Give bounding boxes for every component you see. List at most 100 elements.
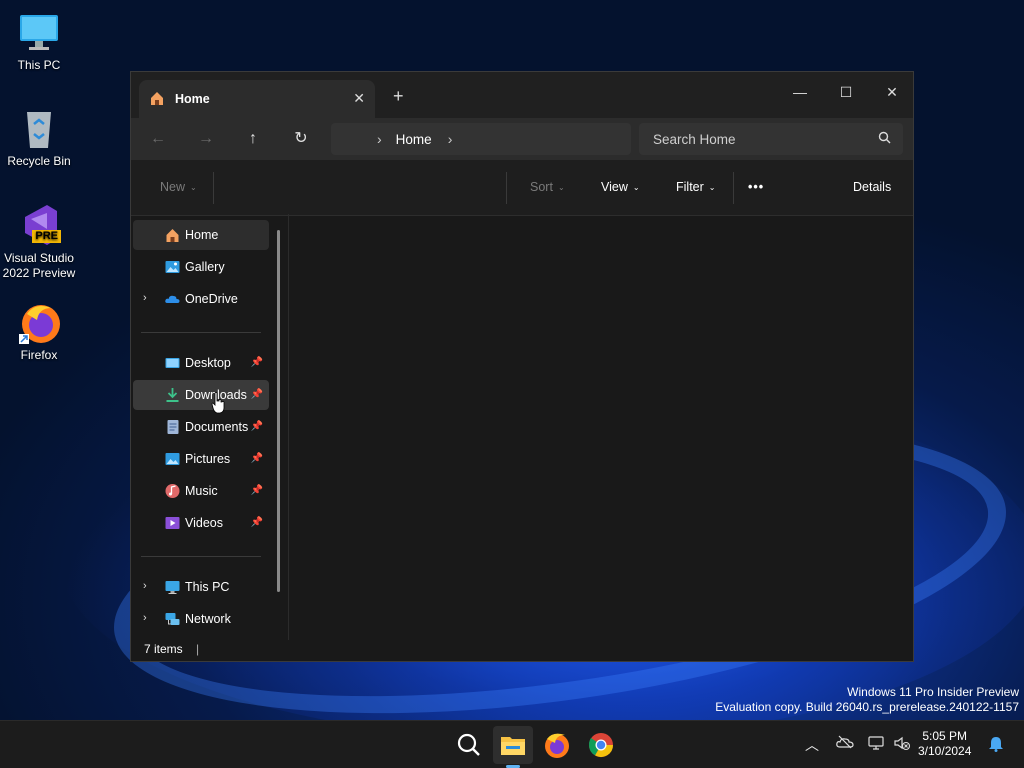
- chevron-right-icon[interactable]: ›: [448, 131, 453, 147]
- filter-button[interactable]: Filter ⌄: [676, 180, 715, 194]
- watermark-line-2: Evaluation copy. Build 26040.rs_prerelea…: [715, 700, 1019, 714]
- close-window-button[interactable]: ✕: [869, 78, 915, 106]
- divider: [733, 172, 734, 204]
- divider: [141, 556, 261, 557]
- sidebar-item-downloads[interactable]: Downloads 📌: [133, 380, 269, 410]
- forward-arrow-icon[interactable]: →: [195, 128, 217, 150]
- sidebar-item-label: Home: [185, 228, 219, 242]
- windows-watermark: Windows 11 Pro Insider Preview Evaluatio…: [715, 685, 1019, 715]
- sidebar-item-onedrive[interactable]: › OneDrive: [133, 284, 269, 314]
- volume-muted-icon[interactable]: [893, 735, 911, 754]
- search-icon: [878, 131, 891, 147]
- chevron-right-icon[interactable]: ›: [377, 131, 382, 147]
- firefox-icon: [17, 300, 61, 344]
- cloud-offline-icon[interactable]: [836, 735, 854, 752]
- up-arrow-icon[interactable]: ↑: [242, 128, 264, 150]
- status-bar: 7 items |: [131, 639, 913, 661]
- desktop-icon-firefox[interactable]: Firefox: [0, 300, 78, 363]
- sidebar-item-videos[interactable]: Videos 📌: [133, 508, 269, 538]
- pin-icon[interactable]: 📌: [251, 357, 263, 368]
- search-placeholder: Search Home: [653, 131, 736, 147]
- sidebar-item-home[interactable]: Home: [133, 220, 269, 250]
- video-icon: [164, 515, 181, 531]
- sidebar-item-label: Gallery: [185, 260, 225, 274]
- address-bar[interactable]: › Home ›: [331, 123, 631, 155]
- divider: [141, 332, 261, 333]
- navigation-bar: ← → ↑ ↻ › Home › Search Home: [131, 118, 913, 160]
- view-label: View: [601, 180, 628, 194]
- close-tab-icon[interactable]: ✕: [353, 90, 365, 107]
- sidebar-item-gallery[interactable]: Gallery: [133, 252, 269, 282]
- taskbar: ︿ 5:05 PM 3/10/2024: [0, 720, 1024, 768]
- pin-icon[interactable]: 📌: [251, 453, 263, 464]
- search-input[interactable]: Search Home: [639, 123, 903, 155]
- chevron-up-icon[interactable]: ︿: [805, 735, 819, 755]
- desktop-icon-this-pc[interactable]: This PC: [0, 10, 78, 73]
- more-options-button[interactable]: •••: [748, 180, 764, 194]
- desktop-icon-visual-studio[interactable]: PRE Visual Studio 2022 Preview: [0, 203, 78, 281]
- clock-time: 5:05 PM: [922, 729, 968, 743]
- sidebar-item-pictures[interactable]: Pictures 📌: [133, 444, 269, 474]
- system-clock[interactable]: 5:05 PM 3/10/2024: [918, 729, 971, 759]
- details-button[interactable]: Details: [853, 180, 891, 194]
- sidebar-item-this-pc[interactable]: › This PC: [133, 572, 269, 602]
- breadcrumb-home[interactable]: Home: [396, 132, 432, 147]
- item-count: 7 items: [144, 642, 183, 656]
- desktop-icon-recycle-bin[interactable]: Recycle Bin: [0, 106, 78, 169]
- refresh-icon[interactable]: ↻: [290, 128, 312, 150]
- file-explorer-icon[interactable]: [497, 729, 529, 761]
- chrome-icon[interactable]: [585, 729, 617, 761]
- sidebar-item-network[interactable]: › Network: [133, 604, 269, 634]
- chevron-right-icon[interactable]: ›: [143, 580, 147, 592]
- sidebar-item-music[interactable]: Music 📌: [133, 476, 269, 506]
- chevron-right-icon[interactable]: ›: [143, 292, 147, 304]
- new-button[interactable]: New ⌄: [160, 180, 197, 194]
- sidebar-item-desktop[interactable]: Desktop 📌: [133, 348, 269, 378]
- network-icon[interactable]: [867, 735, 885, 754]
- pre-badge: PRE: [32, 230, 61, 243]
- tab-home[interactable]: Home ✕: [139, 80, 375, 118]
- search-icon[interactable]: [453, 729, 485, 761]
- network-icon: [164, 611, 181, 627]
- recycle-bin-icon: [17, 106, 61, 150]
- sidebar-item-label: Videos: [185, 516, 223, 530]
- sidebar-scrollbar[interactable]: [277, 230, 280, 592]
- desktop-icon-label: Recycle Bin: [7, 154, 71, 168]
- maximize-button[interactable]: ☐: [823, 78, 869, 106]
- pin-icon[interactable]: 📌: [251, 389, 263, 400]
- title-bar[interactable]: Home ✕ + — ☐ ✕: [131, 72, 913, 118]
- pin-icon[interactable]: 📌: [251, 517, 263, 528]
- sidebar-item-label: Network: [185, 612, 231, 626]
- navigation-pane: Home Gallery › OneDrive Desktop 📌 Downlo…: [131, 216, 289, 642]
- monitor-icon: [17, 10, 61, 54]
- firefox-icon[interactable]: [541, 729, 573, 761]
- new-label: New: [160, 180, 186, 194]
- sidebar-item-label: Desktop: [185, 356, 231, 370]
- home-icon: [164, 227, 181, 243]
- sort-label: Sort: [530, 180, 553, 194]
- hand-cursor-icon: [211, 392, 225, 414]
- back-arrow-icon[interactable]: ←: [147, 128, 169, 150]
- sort-button[interactable]: Sort ⌄: [530, 180, 565, 194]
- desktop-icon-label: Visual Studio 2022 Preview: [2, 251, 76, 280]
- divider: [213, 172, 214, 204]
- pictures-icon: [164, 451, 181, 467]
- command-bar: New ⌄ Sort ⌄ View ⌄ Filter ⌄ ••• Details: [131, 160, 913, 216]
- music-icon: [164, 483, 181, 499]
- view-button[interactable]: View ⌄: [601, 180, 640, 194]
- desktop-icon-label: Firefox: [20, 348, 58, 362]
- new-tab-button[interactable]: +: [393, 86, 404, 107]
- chevron-right-icon[interactable]: ›: [143, 612, 147, 624]
- tab-title: Home: [175, 92, 210, 106]
- notification-bell-icon[interactable]: [988, 736, 1004, 755]
- pin-icon[interactable]: 📌: [251, 485, 263, 496]
- pane-splitter[interactable]: [288, 214, 289, 640]
- download-icon: [164, 387, 181, 403]
- file-explorer-window: Home ✕ + — ☐ ✕ ← → ↑ ↻ › Home › Search H…: [130, 71, 914, 662]
- minimize-button[interactable]: —: [777, 78, 823, 106]
- chevron-down-icon: ⌄: [557, 183, 565, 193]
- pin-icon[interactable]: 📌: [251, 421, 263, 432]
- sidebar-item-documents[interactable]: Documents 📌: [133, 412, 269, 442]
- cloud-icon: [164, 291, 181, 307]
- sidebar-item-label: This PC: [185, 580, 230, 594]
